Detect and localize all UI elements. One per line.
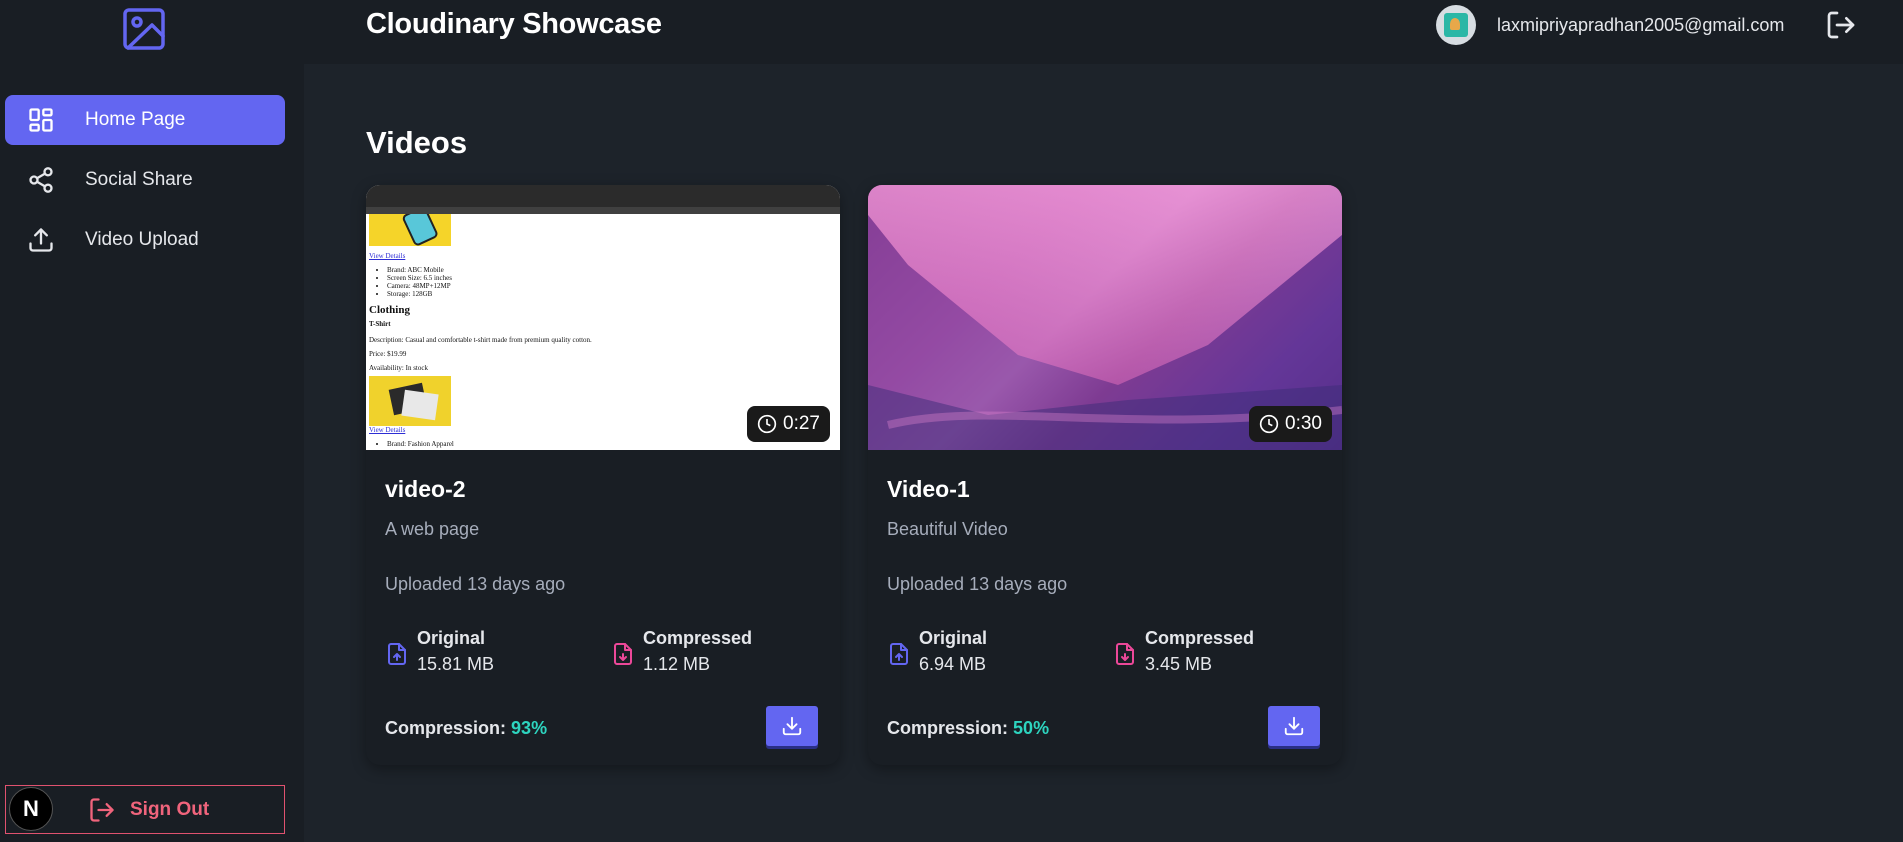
video-card[interactable]: View Details Brand: ABC Mobile Screen Si… <box>366 185 840 765</box>
app-title[interactable]: Cloudinary Showcase <box>366 8 662 41</box>
log-out-icon <box>90 797 114 822</box>
file-down-icon <box>1116 643 1134 665</box>
sign-out-label: Sign Out <box>130 798 210 820</box>
file-up-icon <box>890 643 908 665</box>
sidebar-item-label: Social Share <box>85 169 193 190</box>
user-email: laxmipriyapradhan2005@gmail.com <box>1497 15 1785 35</box>
sidebar-item-label: Video Upload <box>85 229 199 250</box>
original-size-stat: Original 6.94 MB <box>887 628 987 675</box>
compression-ratio: Compression: 93% <box>385 718 548 738</box>
file-up-icon <box>388 643 406 665</box>
video-description: A web page <box>385 519 480 539</box>
video-title: video-2 <box>385 476 466 502</box>
image-icon[interactable] <box>122 7 166 51</box>
sidebar-item-social-share[interactable]: Social Share <box>5 155 285 205</box>
nextjs-badge[interactable]: N <box>9 787 53 831</box>
compression-percent: 50% <box>1013 718 1050 738</box>
upload-icon <box>26 225 56 255</box>
compressed-size-stat: Compressed 3.45 MB <box>1113 628 1254 675</box>
log-out-icon[interactable] <box>1825 9 1857 41</box>
video-description: Beautiful Video <box>887 519 1008 539</box>
compression-percent: 93% <box>511 718 548 738</box>
share-icon <box>26 165 56 195</box>
video-thumbnail[interactable]: View Details Brand: ABC Mobile Screen Si… <box>366 185 840 450</box>
upload-date: Uploaded 13 days ago <box>385 574 566 594</box>
download-icon <box>1284 716 1304 736</box>
video-card[interactable]: 0:30 Video-1 Beautiful Video Uploaded 13… <box>868 185 1342 765</box>
sidebar-item-video-upload[interactable]: Video Upload <box>5 215 285 265</box>
section-title: Videos <box>366 125 468 160</box>
duration-badge: 0:30 <box>1249 406 1332 442</box>
compressed-size-stat: Compressed 1.12 MB <box>611 628 752 675</box>
compression-ratio: Compression: 50% <box>887 718 1050 738</box>
clock-icon <box>757 414 777 434</box>
duration-badge: 0:27 <box>747 406 830 442</box>
top-header: Cloudinary Showcase laxmipriyapradhan200… <box>304 0 1903 64</box>
download-button[interactable] <box>766 706 818 746</box>
download-icon <box>782 716 802 736</box>
download-button[interactable] <box>1268 706 1320 746</box>
product-image <box>369 206 451 246</box>
video-title: Video-1 <box>887 476 970 502</box>
original-size-stat: Original 15.81 MB <box>385 628 494 675</box>
sidebar-item-label: Home Page <box>85 109 186 130</box>
sidebar-menu: Home Page Social Share Video Upload <box>5 95 285 275</box>
clock-icon <box>1259 414 1279 434</box>
product-image <box>369 376 451 426</box>
video-thumbnail[interactable]: 0:30 <box>868 185 1342 450</box>
upload-date: Uploaded 13 days ago <box>887 574 1068 594</box>
sidebar-item-home-page[interactable]: Home Page <box>5 95 285 145</box>
avatar[interactable] <box>1436 5 1476 45</box>
layout-dashboard-icon <box>26 105 56 135</box>
sidebar: Home Page Social Share Video Upload Sign… <box>0 0 304 842</box>
file-down-icon <box>614 643 632 665</box>
